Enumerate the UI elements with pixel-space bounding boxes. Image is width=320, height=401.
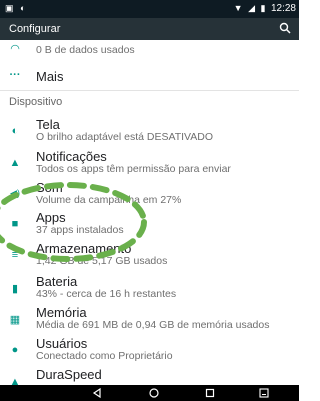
navigation-bar bbox=[0, 385, 299, 401]
list-item-subtitle: 1,42 GB de 5,17 GB usados bbox=[36, 255, 168, 267]
battery-icon: ▮ bbox=[11, 283, 19, 295]
volume-icon: ◀) bbox=[10, 188, 20, 198]
list-item-title: Apps bbox=[36, 210, 66, 225]
data-usage-icon: ◠ bbox=[10, 43, 20, 55]
divider bbox=[0, 90, 299, 91]
list-item-subtitle: 37 apps instalados bbox=[36, 224, 124, 236]
list-item-title: Tela bbox=[36, 117, 60, 132]
list-item-storage[interactable]: ≡ Armazenamento 1,42 GB de 5,17 GB usado… bbox=[0, 241, 299, 269]
list-item-data-usage[interactable]: ◠ 0 B de dados usados bbox=[0, 40, 299, 60]
status-icons: ▼ ◢ ▮ 12:28 bbox=[231, 3, 296, 14]
list-item-subtitle: Volume da campainha em 27% bbox=[36, 194, 182, 206]
home-icon[interactable] bbox=[148, 387, 160, 399]
android-icon: ■ bbox=[11, 218, 19, 230]
search-icon[interactable] bbox=[279, 22, 291, 34]
speed-icon: ▲ bbox=[9, 376, 21, 385]
list-item-apps[interactable]: ■ Apps 37 apps instalados bbox=[0, 210, 299, 238]
list-item-title: Mais bbox=[36, 69, 64, 84]
memory-icon: ▦ bbox=[9, 314, 21, 326]
bell-icon: ▲ bbox=[9, 157, 21, 169]
list-item-title: Memória bbox=[36, 305, 87, 320]
page-title: Configurar bbox=[9, 23, 61, 35]
settings-list: ◠ 0 B de dados usados ··· Mais Dispositi… bbox=[0, 40, 299, 385]
back-icon[interactable] bbox=[91, 387, 103, 399]
screenshot-icon[interactable] bbox=[258, 387, 270, 399]
section-header: Dispositivo bbox=[9, 96, 63, 108]
status-bar: ▣ ◐ ▼ ◢ ▮ 12:28 bbox=[0, 0, 299, 18]
list-item-sound[interactable]: ◀) Som Volume da campainha em 27% bbox=[0, 180, 299, 208]
list-item-subtitle: 43% - cerca de 16 h restantes bbox=[36, 288, 177, 300]
list-item-title: Bateria bbox=[36, 274, 78, 289]
person-icon: ● bbox=[11, 344, 19, 356]
list-item-subtitle: Todos os apps têm permissão para enviar bbox=[36, 163, 231, 175]
list-item-display[interactable]: ◐ Tela O brilho adaptável está DESATIVAD… bbox=[0, 117, 299, 145]
brightness-icon: ◐ bbox=[11, 125, 19, 137]
list-item-title: Usuários bbox=[36, 336, 88, 351]
list-item-subtitle: O brilho adaptável está DESATIVADO bbox=[36, 131, 214, 143]
list-item-subtitle: Média de 691 MB de 0,94 GB de memória us… bbox=[36, 319, 270, 331]
storage-icon: ≡ bbox=[11, 249, 19, 261]
list-item-memory[interactable]: ▦ Memória Média de 691 MB de 0,94 GB de … bbox=[0, 305, 299, 333]
list-item-subtitle: 0 B de dados usados bbox=[36, 44, 135, 56]
wifi-icon: ▼ bbox=[233, 3, 243, 13]
battery-icon: ▮ bbox=[260, 3, 266, 13]
list-item-duraspeed[interactable]: ▲ DuraSpeed bbox=[0, 367, 299, 385]
list-item-subtitle: Conectado como Proprietário bbox=[36, 350, 173, 362]
signal-icon: ◢ bbox=[248, 3, 255, 13]
list-item-title: Armazenamento bbox=[36, 241, 132, 256]
list-item-battery[interactable]: ▮ Bateria 43% - cerca de 16 h restantes bbox=[0, 274, 299, 302]
list-item-users[interactable]: ● Usuários Conectado como Proprietário bbox=[0, 336, 299, 364]
list-item-more[interactable]: ··· Mais bbox=[0, 65, 299, 89]
more-icon: ··· bbox=[9, 69, 21, 81]
recents-icon[interactable] bbox=[204, 387, 216, 399]
list-item-title: Som bbox=[36, 180, 63, 195]
list-item-title: DuraSpeed bbox=[36, 367, 102, 382]
notification-icons: ▣ ◐ bbox=[5, 3, 28, 13]
app-bar: Configurar bbox=[0, 18, 299, 40]
clock: 12:28 bbox=[270, 3, 296, 14]
list-item-notifications[interactable]: ▲ Notificações Todos os apps têm permiss… bbox=[0, 149, 299, 177]
list-item-title: Notificações bbox=[36, 149, 107, 164]
